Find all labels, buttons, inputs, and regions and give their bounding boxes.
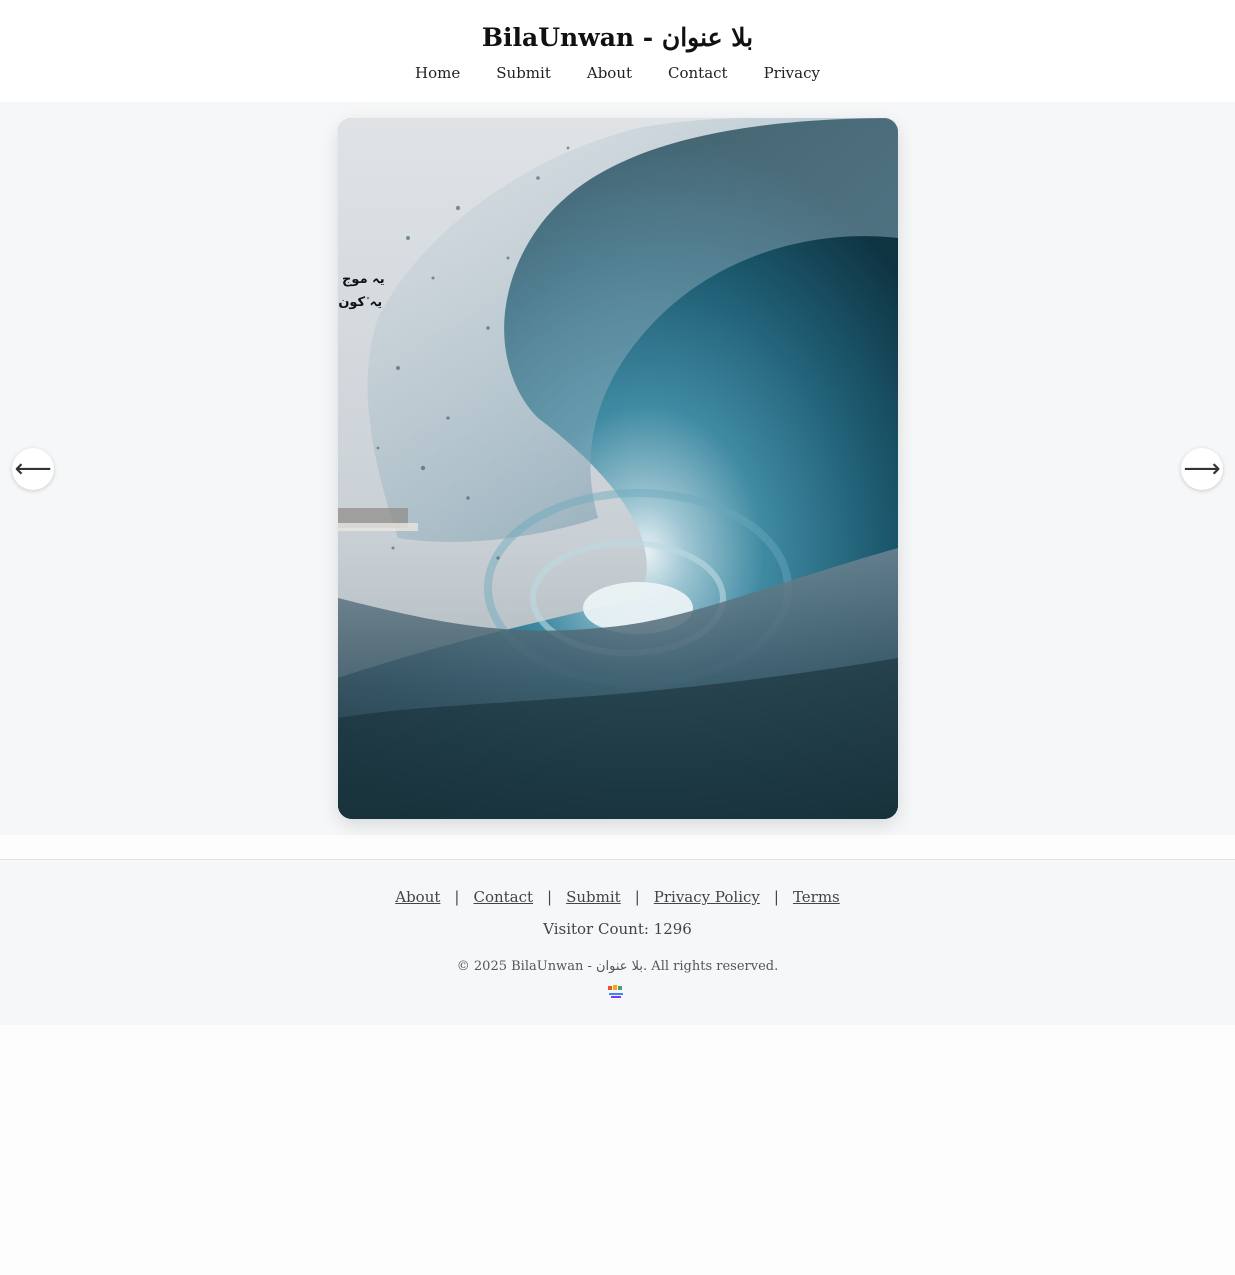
visitor-count: Visitor Count: 1296 bbox=[543, 920, 692, 938]
footer-contact-link[interactable]: Contact bbox=[473, 886, 533, 908]
copyright-text: © 2025 BilaUnwan - بلا عنوان. All rights… bbox=[456, 959, 779, 974]
slider-section: ⟵ یہ موج یہ کون ⟶ bbox=[0, 102, 1235, 835]
footer-links: About | Contact | Submit | Privacy Polic… bbox=[0, 886, 1235, 908]
site-header: BilaUnwan - بلا عنوان Home Submit About … bbox=[0, 0, 1235, 102]
site-title[interactable]: BilaUnwan - بلا عنوان bbox=[0, 20, 1235, 56]
footer-separator: | bbox=[634, 888, 640, 906]
slide-overlay-text: یہ موج م یہ کون ڈ bbox=[338, 268, 394, 314]
wave-image bbox=[338, 118, 898, 819]
arrow-left-icon[interactable]: ⟵ bbox=[12, 448, 54, 490]
main-nav: Home Submit About Contact Privacy bbox=[0, 62, 1235, 84]
slide-image-card: یہ موج م یہ کون ڈ bbox=[338, 118, 898, 819]
footer-separator: | bbox=[454, 888, 460, 906]
nav-privacy-link[interactable]: Privacy bbox=[764, 62, 820, 84]
footer-submit-link[interactable]: Submit bbox=[566, 886, 621, 908]
overlay-line: یہ موج م bbox=[338, 272, 385, 287]
footer-terms-link[interactable]: Terms bbox=[793, 886, 840, 908]
footer-separator: | bbox=[773, 888, 779, 906]
nav-about-link[interactable]: About bbox=[587, 62, 632, 84]
site-logo-icon bbox=[608, 985, 623, 998]
nav-contact-link[interactable]: Contact bbox=[668, 62, 728, 84]
site-footer: About | Contact | Submit | Privacy Polic… bbox=[0, 859, 1235, 1025]
nav-home-link[interactable]: Home bbox=[415, 62, 460, 84]
footer-about-link[interactable]: About bbox=[395, 886, 440, 908]
overlay-line: یہ کون ڈ bbox=[338, 295, 383, 310]
footer-privacy-link[interactable]: Privacy Policy bbox=[654, 886, 760, 908]
footer-separator: | bbox=[547, 888, 553, 906]
arrow-right-icon[interactable]: ⟶ bbox=[1181, 448, 1223, 490]
nav-submit-link[interactable]: Submit bbox=[496, 62, 551, 84]
